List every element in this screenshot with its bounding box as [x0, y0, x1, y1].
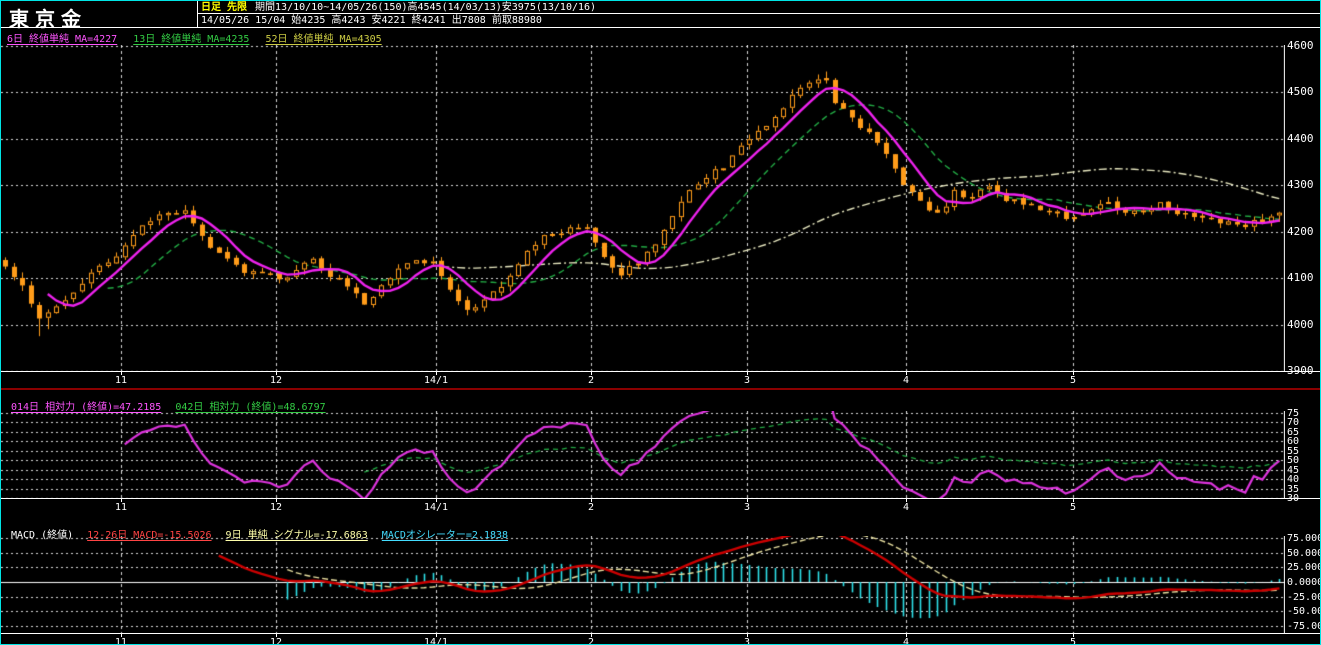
- ma13-legend: 13日 終値単純 MA=4235: [133, 34, 250, 45]
- macd-panel-canvas: [1, 536, 1285, 633]
- month-label: 3: [743, 502, 751, 513]
- month-label: 14/1: [423, 502, 449, 513]
- axis-labels: 4600 4500 4400 4300 4200 4100 4000 3900 75 70 65 60…: [1287, 1, 1321, 644]
- axis-tick-label: 4200: [1287, 224, 1314, 238]
- month-label: 14/1: [423, 375, 449, 386]
- rsi-legend: 014日 相対力 (終値)=47.2185 042日 相対力 (終値)=48.67…: [11, 398, 340, 413]
- instrument-title: 東京金: [9, 7, 87, 31]
- signal-line-legend: 9日 単純 シグナル=-17.6863: [225, 530, 368, 541]
- period-label: 期間13/10/10~14/05/26(150)高4545(14/03/13)安…: [255, 2, 597, 13]
- timeframe-label: 日足 先限: [201, 2, 248, 13]
- axis-tick-label: 25.0000: [1287, 562, 1320, 574]
- month-label: 11: [114, 637, 128, 645]
- month-label: 2: [587, 375, 595, 386]
- month-label: 3: [743, 375, 751, 386]
- ma52-legend: 52日 終値単純 MA=4305: [265, 34, 382, 45]
- month-label: 4: [902, 502, 910, 513]
- price-xaxis-band: 11 12 14/1 2 3 4 5: [1, 371, 1320, 388]
- axis-tick-label: 0.0000: [1287, 577, 1321, 588]
- axis-tick-label: 4500: [1287, 85, 1314, 99]
- month-label: 4: [902, 637, 910, 645]
- axis-tick-label: 30: [1287, 493, 1300, 504]
- month-label: 14/1: [423, 637, 449, 645]
- macd-xaxis-band: 11 12 14/1 2 3 4 5: [1, 633, 1320, 645]
- rsi14-legend: 014日 相対力 (終値)=47.2185: [11, 402, 162, 413]
- axis-tick-label: 4300: [1287, 178, 1314, 192]
- month-label: 11: [114, 502, 128, 513]
- macd-line-legend: 12-26日 MACD=-15.5026: [87, 530, 212, 541]
- month-label: 12: [269, 502, 283, 513]
- month-label: 4: [902, 375, 910, 386]
- month-label: 12: [269, 637, 283, 645]
- axis-tick-label: 4100: [1287, 271, 1314, 285]
- price-panel-canvas: [1, 45, 1285, 372]
- month-label: 11: [114, 375, 128, 386]
- axis-tick-label: 50.0000: [1287, 547, 1320, 559]
- instrument-title-box: 東京金: [1, 1, 198, 31]
- month-label: 3: [743, 637, 751, 645]
- quote-info-box: 日足 先限 期間13/10/10~14/05/26(150)高4545(14/03…: [198, 1, 1320, 28]
- axis-tick-label: -50.0000: [1287, 606, 1320, 618]
- rsi42-legend: 042日 相対力 (終値)=48.6797: [175, 402, 326, 413]
- month-label: 2: [587, 637, 595, 645]
- month-label: 2: [587, 502, 595, 513]
- axis-tick-label: 75.0000: [1287, 533, 1320, 544]
- axis-tick-label: 4400: [1287, 131, 1314, 145]
- rsi-panel-canvas: [1, 411, 1285, 499]
- axis-tick-label: -75.0000: [1287, 621, 1320, 632]
- month-label: 12: [269, 375, 283, 386]
- axis-tick-label: 3900: [1287, 364, 1314, 377]
- panel-separator: [1, 388, 1320, 390]
- chart-window: 東京金 日足 先限 期間13/10/10~14/05/26(150)高4545(1…: [0, 0, 1321, 645]
- axis-tick-label: 4000: [1287, 317, 1314, 331]
- macd-legend: MACD (終値) 12-26日 MACD=-15.5026 9日 単純 シグナル=…: [11, 526, 522, 541]
- axis-tick-label: -25.0000: [1287, 591, 1320, 603]
- month-label: 5: [1069, 502, 1077, 513]
- quote-line: 14/05/26 15/04 始4235 高4243 安4221 終4241 出…: [201, 15, 542, 26]
- contract-info-row: 日足 先限 期間13/10/10~14/05/26(150)高4545(14/03…: [198, 1, 1320, 14]
- ma6-legend: 6日 終値単純 MA=4227: [7, 34, 118, 45]
- macd-panel-title: MACD (終値): [11, 530, 74, 541]
- oscillator-legend: MACDオシレーター=2.1838: [381, 530, 509, 541]
- month-label: 5: [1069, 637, 1077, 645]
- ma-legend: 6日 終値単純 MA=4227 13日 終値単純 MA=4235 52日 終値単純 …: [7, 30, 398, 45]
- rsi-xaxis-band: 11 12 14/1 2 3 4 5: [1, 498, 1320, 514]
- axis-tick-label: 4600: [1287, 39, 1314, 52]
- month-label: 5: [1069, 375, 1077, 386]
